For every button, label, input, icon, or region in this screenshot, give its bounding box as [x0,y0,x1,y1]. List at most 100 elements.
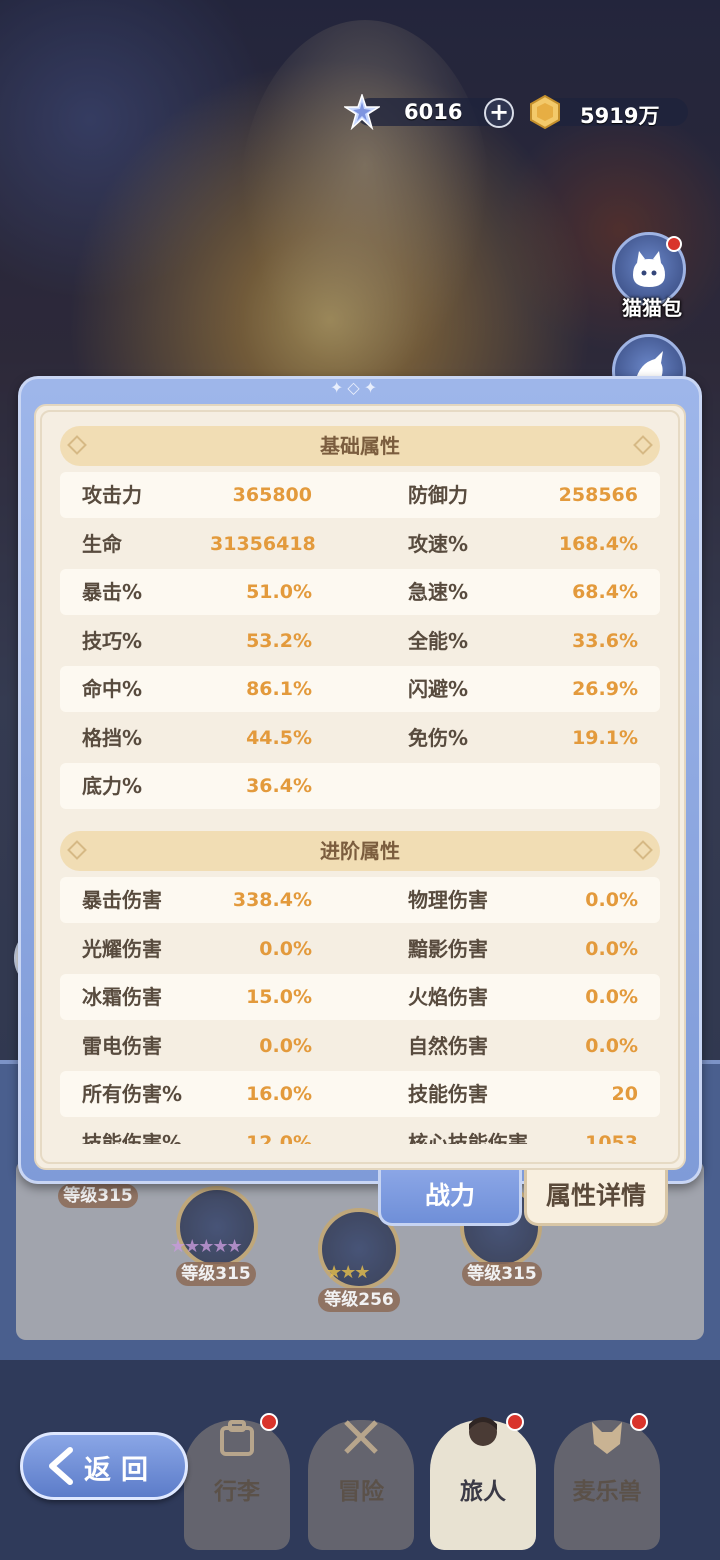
notification-dot [666,236,682,252]
section-title: 进阶属性 [320,839,400,863]
stat-value: 36.4% [246,775,312,797]
hero-level-tag: 等级256 [318,1288,400,1312]
stat-name: 攻击力 [82,483,142,507]
stat-name: 黯影伤害 [408,937,488,961]
nav-adventure-label: 冒险 [338,1479,384,1505]
gold-amount: 5919万 [580,104,660,128]
attribute-scroll-list[interactable]: 基础属性 攻击力 365800 防御力 258566 生命 31356418 攻… [60,424,660,1144]
diamond-ornament-icon [67,435,87,455]
stat-name: 自然伤害 [408,1034,488,1058]
stat-value: 26.9% [572,678,638,700]
stat-value: 258566 [558,484,638,506]
stat-name: 物理伤害 [408,888,488,912]
stat-name: 底力% [82,774,143,798]
stat-row: 底力% 36.4% [60,763,660,809]
stat-row: 冰霜伤害 15.0% 火焰伤害 0.0% [60,974,660,1020]
stat-value: 68.4% [572,581,638,603]
hero-level-tag: 等级315 [58,1184,138,1208]
stat-name: 核心技能伤害 [408,1131,528,1144]
stat-value: 86.1% [246,678,312,700]
nav-luggage-label: 行李 [214,1479,260,1505]
stat-name: 攻速% [408,532,469,556]
stat-value: 168.4% [558,533,638,555]
nav-pet-label: 麦乐兽 [572,1479,642,1505]
stat-name: 火焰伤害 [408,985,488,1009]
stat-name: 防御力 [408,483,468,507]
add-gems-button[interactable]: + [484,98,514,128]
cat-bag-label: 猫猫包 [622,296,682,320]
section-header-basic: 基础属性 [60,426,660,466]
stat-name: 急速% [408,580,469,604]
stat-value: 0.0% [259,938,312,960]
stat-row: 格挡% 44.5% 免伤% 19.1% [60,715,660,761]
stat-value: 1053 [585,1132,638,1144]
stat-name: 全能% [408,629,469,653]
stat-value: 19.1% [572,727,638,749]
stat-row: 生命 31356418 攻速% 168.4% [60,521,660,567]
tab-power[interactable]: 战力 [378,1170,522,1226]
stat-value: 12.0% [246,1132,312,1144]
section-header-advanced: 进阶属性 [60,831,660,871]
crossed-swords-icon [344,1420,378,1454]
stat-name: 光耀伤害 [82,937,162,961]
stat-name: 技巧% [82,629,143,653]
star-crystal-icon [344,94,380,130]
stat-row: 攻击力 365800 防御力 258566 [60,472,660,518]
notification-dot [506,1413,524,1431]
stat-name: 免伤% [408,726,469,750]
stat-name: 技能伤害 [408,1082,488,1106]
stat-row: 所有伤害% 16.0% 技能伤害 20 [60,1071,660,1117]
stat-value: 20 [611,1083,638,1105]
hero-stars: ★★★★★ [170,1236,243,1257]
stat-name: 暴击% [82,580,143,604]
stat-value: 338.4% [232,889,312,911]
stat-value: 0.0% [585,889,638,911]
back-arrow-icon [49,1447,73,1485]
diamond-ornament-icon [633,840,653,860]
traveler-icon [469,1417,497,1446]
stat-row: 光耀伤害 0.0% 黯影伤害 0.0% [60,926,660,972]
stat-row: 雷电伤害 0.0% 自然伤害 0.0% [60,1023,660,1069]
stat-value: 0.0% [585,938,638,960]
diamond-ornament-icon [67,840,87,860]
diamond-ornament-icon [633,435,653,455]
back-label: 返回 [84,1455,158,1486]
stat-value: 365800 [232,484,312,506]
gold-counter: 5919万 [540,98,688,128]
stat-row: 命中% 86.1% 闪避% 26.9% [60,666,660,712]
notification-dot [630,1413,648,1431]
stat-name: 闪避% [408,677,469,701]
notification-dot [260,1413,278,1431]
stat-row: 技能伤害% 12.0% 核心技能伤害 1053 [60,1120,660,1144]
stat-value: 31356418 [210,533,316,555]
stat-name: 雷电伤害 [82,1034,162,1058]
hero-level-tag: 等级315 [176,1262,256,1286]
stat-value: 16.0% [246,1083,312,1105]
stat-row: 技巧% 53.2% 全能% 33.6% [60,618,660,664]
gem-amount: 6016 [404,100,463,124]
stat-value: 51.0% [246,581,312,603]
stat-name: 技能伤害% [82,1131,183,1144]
stat-value: 15.0% [246,986,312,1008]
nav-traveler-label: 旅人 [460,1479,506,1505]
stat-name: 冰霜伤害 [82,985,162,1009]
ornament: ✦◇✦ [330,378,382,397]
stat-value: 44.5% [246,727,312,749]
stat-name: 生命 [82,532,122,556]
stat-name: 格挡% [82,726,143,750]
stat-value: 53.2% [246,630,312,652]
gold-coin-icon [530,94,560,130]
stat-row: 暴击% 51.0% 急速% 68.4% [60,569,660,615]
hero-stars: ★★★ [326,1262,370,1283]
stat-value: 0.0% [585,986,638,1008]
stat-value: 0.0% [585,1035,638,1057]
stat-name: 暴击伤害 [82,888,162,912]
tab-attribute-detail[interactable]: 属性详情 [524,1170,668,1226]
fox-pet-icon [592,1422,622,1454]
stat-row: 暴击伤害 338.4% 物理伤害 0.0% [60,877,660,923]
stat-value: 0.0% [259,1035,312,1057]
stat-name: 命中% [82,677,143,701]
stat-value: 33.6% [572,630,638,652]
section-title: 基础属性 [320,434,400,458]
luggage-icon [220,1420,254,1456]
